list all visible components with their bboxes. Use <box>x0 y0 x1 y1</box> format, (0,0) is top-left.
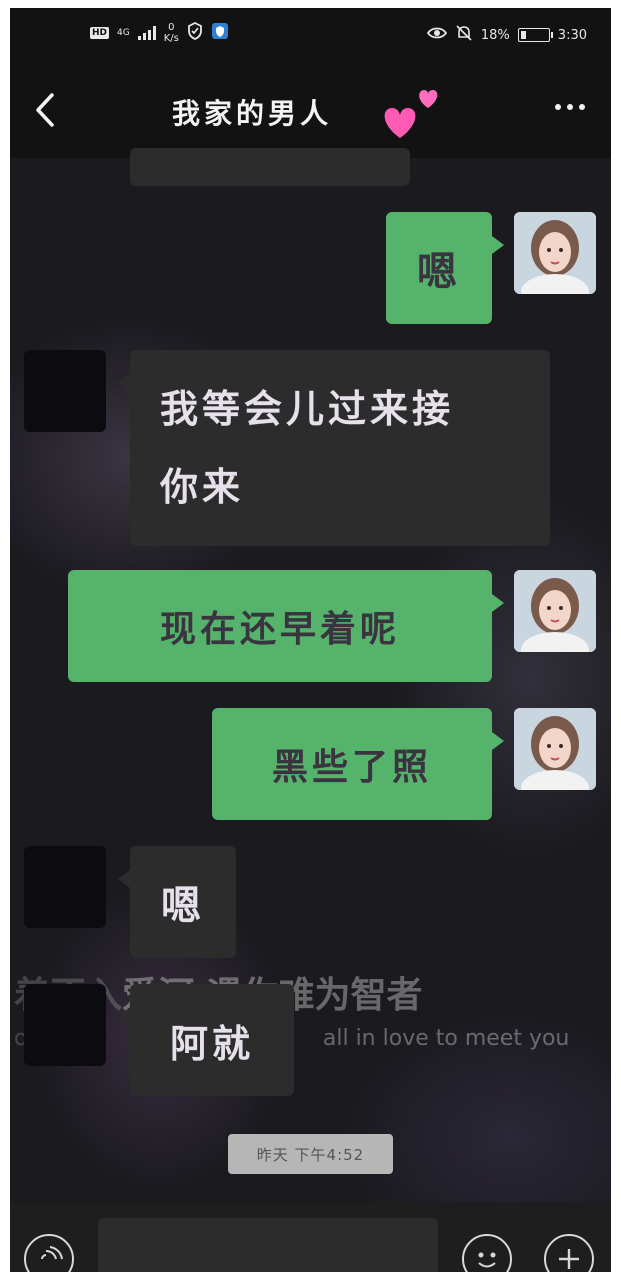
battery-percent: 18% <box>480 27 510 43</box>
vpn-shield-icon <box>187 21 203 44</box>
network-type: 4G <box>117 27 130 38</box>
speed-unit: K/s <box>163 33 179 44</box>
hearts-icon <box>378 82 442 142</box>
status-bar: HD 4G 0 K/s 18% 3:30 <box>10 8 611 62</box>
chat-area[interactable]: 嗯 我等会儿过来接 你来 现在还早着呢 黑些了照 遇你难为智者 o all in… <box>10 148 611 1202</box>
avatar-photo <box>514 212 596 294</box>
message-text: 嗯 <box>161 883 205 929</box>
lyric-text: all in love to meet you <box>322 1026 570 1051</box>
message-input[interactable] <box>98 1218 438 1272</box>
my-avatar[interactable] <box>514 570 596 652</box>
avatar-photo <box>514 708 596 790</box>
more-dot <box>555 104 561 110</box>
message-bubble-me[interactable]: 现在还早着呢 <box>68 570 504 682</box>
contact-avatar[interactable] <box>24 350 106 432</box>
network-speed: 0 K/s <box>164 22 179 44</box>
avatar-photo <box>514 570 596 652</box>
chat-title: 我家的男人 <box>172 97 333 130</box>
message-text-line2: 你来 <box>160 465 245 509</box>
back-button[interactable] <box>32 92 60 128</box>
message-text: 黑些了照 <box>271 747 432 788</box>
hd-badge: HD <box>90 27 110 39</box>
message-text: 嗯 <box>417 249 461 295</box>
battery-fill <box>520 31 526 39</box>
message-bubble-me[interactable]: 黑些了照 <box>212 708 504 820</box>
status-right: 18% 3:30 <box>426 24 587 46</box>
message-bubble-other[interactable]: 阿就 <box>118 984 294 1096</box>
message-bubble-other[interactable]: 我等会儿过来接 你来 <box>118 350 550 546</box>
battery-icon <box>517 28 553 42</box>
speed-value: 0 <box>168 22 175 33</box>
timestamp-divider: 昨天 下午4:52 <box>228 1134 393 1174</box>
message-text: 现在还早着呢 <box>159 609 400 650</box>
more-dot <box>567 104 573 110</box>
message-bubble-me[interactable]: 嗯 <box>386 212 504 324</box>
contact-avatar[interactable] <box>24 984 106 1066</box>
phone-screen: HD 4G 0 K/s 18% 3:30 我家的男人 嗯 我等会儿过来接 你来 … <box>10 8 611 1272</box>
emoji-button[interactable] <box>462 1234 512 1272</box>
message-text-line1: 我等会儿过来接 <box>160 387 455 431</box>
chevron-left-icon <box>36 93 54 127</box>
voice-button[interactable] <box>24 1234 74 1272</box>
input-bar <box>10 1202 611 1272</box>
eye-icon <box>426 26 447 44</box>
more-dot <box>579 104 585 110</box>
my-avatar[interactable] <box>514 212 596 294</box>
more-button[interactable] <box>555 104 585 110</box>
status-left: HD 4G 0 K/s <box>90 21 229 44</box>
plus-icon <box>559 1249 579 1269</box>
message-bubble-partial[interactable] <box>130 148 410 186</box>
message-text: 阿就 <box>169 1021 254 1066</box>
message-bubble-other[interactable]: 嗯 <box>118 846 236 958</box>
emoji-icon <box>478 1252 496 1268</box>
my-avatar[interactable] <box>514 708 596 790</box>
contact-avatar[interactable] <box>24 846 106 928</box>
chat-header: 我家的男人 <box>10 62 611 158</box>
clock: 3:30 <box>557 27 587 43</box>
plus-button[interactable] <box>544 1234 594 1272</box>
signal-icon <box>137 26 156 40</box>
security-shield-icon <box>211 22 229 44</box>
voice-icon <box>41 1246 63 1260</box>
mute-bell-icon <box>455 24 473 46</box>
